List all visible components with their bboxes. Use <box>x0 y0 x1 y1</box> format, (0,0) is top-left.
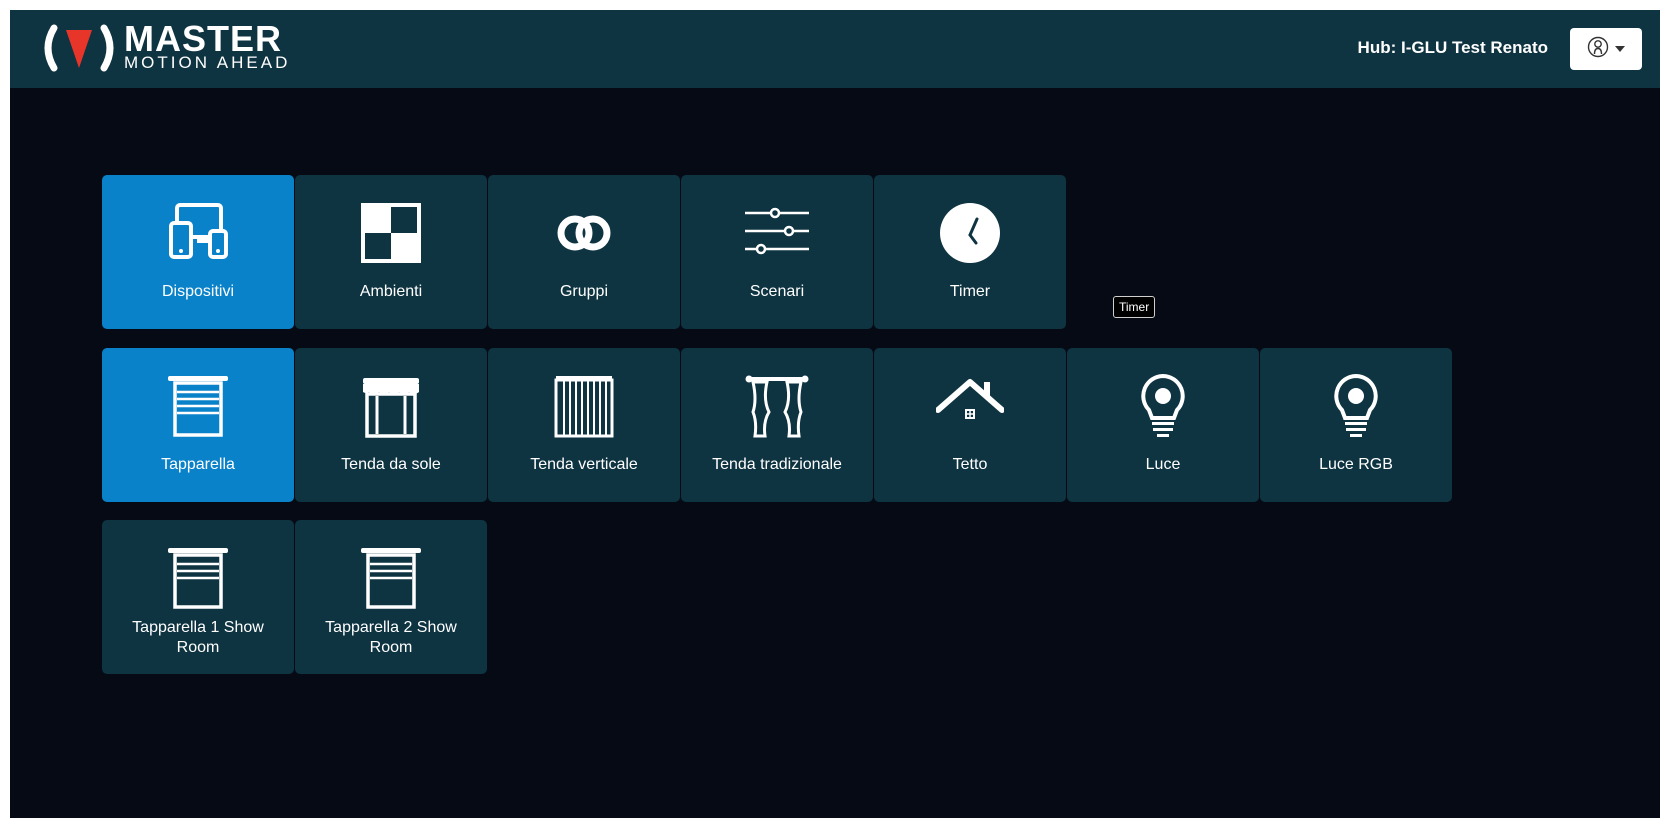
tile-gruppi[interactable]: Gruppi <box>488 175 680 329</box>
timer-tooltip: Timer <box>1113 296 1156 318</box>
tile-tenda-verticale[interactable]: Tenda verticale <box>488 348 680 502</box>
light-bulb-icon <box>1129 372 1197 440</box>
tile-label-line1: Tapparella 1 Show <box>132 619 264 636</box>
app-window: MASTER MOTION AHEAD Hub: I-GLU Test Rena… <box>10 10 1660 818</box>
user-icon <box>1587 36 1609 63</box>
tile-label: Scenari <box>749 283 805 300</box>
roller-shutter-icon <box>357 544 425 612</box>
tile-tenda-tradizionale[interactable]: Tenda tradizionale <box>681 348 873 502</box>
logo-mark-icon <box>40 24 118 72</box>
rooms-icon <box>357 199 425 267</box>
timer-icon <box>936 199 1004 267</box>
roller-shutter-icon <box>164 372 232 440</box>
awning-icon <box>357 372 425 440</box>
tile-dispositivi[interactable]: Dispositivi <box>102 175 294 329</box>
hub-label: Hub: I-GLU Test Renato <box>1357 38 1548 57</box>
tile-label: Timer <box>949 283 991 300</box>
tile-label: Gruppi <box>559 283 609 300</box>
tile-label: Tetto <box>952 456 988 473</box>
tile-label: Luce RGB <box>1319 456 1393 473</box>
devices-icon <box>164 199 232 267</box>
tile-tapparella-1-show-room[interactable]: Tapparella 1 Show Room <box>102 520 294 674</box>
vertical-blind-icon <box>550 372 618 440</box>
tile-tenda-da-sole[interactable]: Tenda da sole <box>295 348 487 502</box>
user-menu-button[interactable] <box>1570 28 1642 70</box>
tile-tapparella-2-show-room[interactable]: Tapparella 2 Show Room <box>295 520 487 674</box>
roof-icon <box>935 372 1005 440</box>
tile-label: Ambienti <box>359 283 423 300</box>
tile-scenari[interactable]: Scenari <box>681 175 873 329</box>
rgb-light-bulb-icon <box>1322 372 1390 440</box>
tile-label: Tapparella 1 Show Room <box>108 618 288 658</box>
logo-text: MASTER MOTION AHEAD <box>124 18 291 72</box>
tile-label: Luce <box>1145 456 1181 473</box>
tile-label: Tenda da sole <box>341 456 441 473</box>
logo-title: MASTER <box>124 18 282 59</box>
tile-tapparella[interactable]: Tapparella <box>102 348 294 502</box>
tile-tetto[interactable]: Tetto <box>874 348 1066 502</box>
groups-icon <box>550 199 618 267</box>
tile-label-line2: Room <box>369 639 413 656</box>
tile-luce[interactable]: Luce <box>1067 348 1259 502</box>
curtain-icon <box>743 372 811 440</box>
tile-timer[interactable]: Timer <box>874 175 1066 329</box>
master-logo[interactable]: MASTER MOTION AHEAD <box>40 18 291 72</box>
tile-label: Tenda verticale <box>530 456 638 473</box>
tile-label-line1: Tapparella 2 Show <box>325 619 457 636</box>
logo-subtitle: MOTION AHEAD <box>124 53 291 72</box>
tile-label-line2: Room <box>176 639 220 656</box>
tile-label: Dispositivi <box>161 283 234 300</box>
scenarios-icon <box>743 199 811 267</box>
tile-label: Tapparella <box>161 456 235 473</box>
tile-ambienti[interactable]: Ambienti <box>295 175 487 329</box>
tile-label: Tenda tradizionale <box>712 456 842 473</box>
top-bar: MASTER MOTION AHEAD Hub: I-GLU Test Rena… <box>10 10 1660 88</box>
tile-label: Tapparella 2 Show Room <box>301 618 481 658</box>
tile-luce-rgb[interactable]: Luce RGB <box>1260 348 1452 502</box>
chevron-down-icon <box>1615 46 1625 52</box>
roller-shutter-icon <box>164 544 232 612</box>
